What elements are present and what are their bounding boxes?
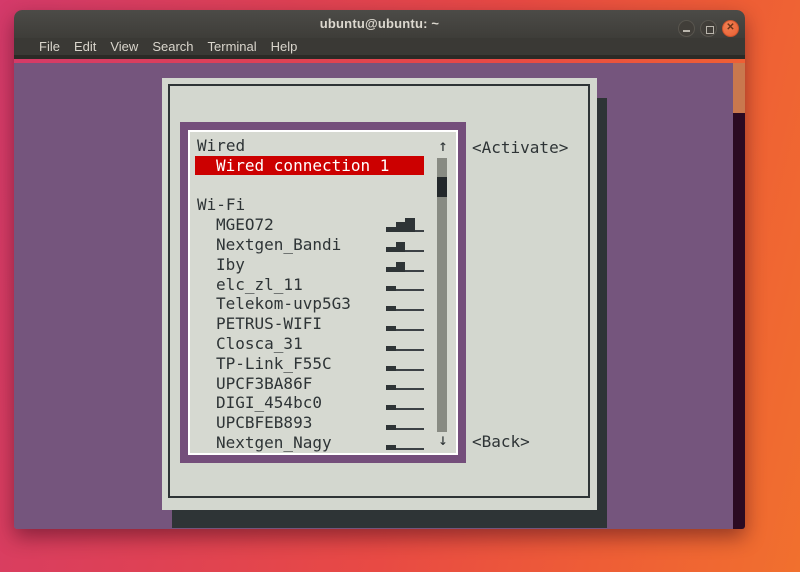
window-titlebar[interactable]: ubuntu@ubuntu: ~ ✕ (14, 10, 745, 38)
maximize-icon (706, 26, 714, 34)
connection-name: Nextgen_Nagy (216, 433, 332, 452)
menu-terminal[interactable]: Terminal (201, 36, 264, 57)
scroll-down-icon[interactable]: ↓ (433, 430, 453, 449)
list-item[interactable]: MGEO72 (190, 215, 456, 235)
close-icon: ✕ (723, 22, 738, 33)
list-item[interactable]: Closca_31 (190, 334, 456, 354)
list-item[interactable]: elc_zl_11 (190, 275, 456, 295)
signal-strength-icon (386, 425, 424, 430)
list-item[interactable]: Telekom-uvp5G3 (190, 294, 456, 314)
maximize-button[interactable] (700, 20, 717, 37)
signal-strength-icon (386, 326, 424, 331)
list-scrollbar[interactable] (437, 158, 447, 432)
connection-name: Wired (197, 136, 245, 155)
connection-name: MGEO72 (216, 215, 274, 234)
connection-name: Iby (216, 255, 245, 274)
terminal-scrollbar-thumb[interactable] (733, 63, 745, 113)
close-button[interactable]: ✕ (722, 20, 739, 37)
signal-strength-icon (386, 366, 424, 371)
signal-strength-icon (386, 306, 424, 311)
connection-name: TP-Link_F55C (216, 354, 332, 373)
list-item[interactable]: DIGI_454bc0 (190, 393, 456, 413)
connection-name: DIGI_454bc0 (216, 393, 322, 412)
signal-strength-icon (386, 262, 424, 272)
signal-strength-icon (386, 286, 424, 291)
signal-strength-icon (386, 218, 424, 232)
menu-file[interactable]: File (32, 36, 67, 57)
menu-view[interactable]: View (103, 36, 145, 57)
connection-name: Closca_31 (216, 334, 303, 353)
scroll-up-icon[interactable]: ↑ (433, 136, 453, 155)
list-item[interactable]: PETRUS-WIFI (190, 314, 456, 334)
connection-name: elc_zl_11 (216, 275, 303, 294)
list-item[interactable]: UPCF3BA86F (190, 374, 456, 394)
window-controls: ✕ (678, 20, 739, 37)
connection-name: Telekom-uvp5G3 (216, 294, 351, 313)
signal-strength-icon (386, 385, 424, 390)
signal-strength-icon (386, 242, 424, 252)
menu-edit[interactable]: Edit (67, 36, 103, 57)
list-section-header: Wired (190, 136, 456, 156)
list-item[interactable]: Nextgen_Nagy (190, 433, 456, 453)
terminal-menubar: File Edit View Search Terminal Help (14, 38, 745, 59)
signal-strength-icon (386, 445, 424, 450)
list-item[interactable]: Wired connection 1 (190, 156, 456, 176)
window-title: ubuntu@ubuntu: ~ (14, 16, 745, 31)
connection-name: Nextgen_Bandi (216, 235, 341, 254)
desktop-wallpaper: ubuntu@ubuntu: ~ ✕ File Edit View Search… (0, 0, 800, 572)
list-spacer (190, 176, 456, 196)
list-item[interactable]: TP-Link_F55C (190, 354, 456, 374)
list-item[interactable]: Iby (190, 255, 456, 275)
terminal-scrollbar[interactable] (733, 63, 745, 529)
signal-strength-icon (386, 405, 424, 410)
menu-help[interactable]: Help (264, 36, 305, 57)
list-section-header: Wi-Fi (190, 195, 456, 215)
list-item[interactable]: Nextgen_Bandi (190, 235, 456, 255)
connection-name: UPCBFEB893 (216, 413, 312, 432)
connection-name: PETRUS-WIFI (216, 314, 322, 333)
connection-name: UPCF3BA86F (216, 374, 312, 393)
minimize-icon (683, 30, 690, 32)
menu-search[interactable]: Search (145, 36, 200, 57)
connection-listbox[interactable]: WiredWired connection 1Wi-FiMGEO72Nextge… (180, 122, 466, 463)
minimize-button[interactable] (678, 20, 695, 37)
activate-button[interactable]: <Activate> (472, 138, 568, 157)
back-button[interactable]: <Back> (472, 432, 530, 451)
signal-strength-icon (386, 346, 424, 351)
list-item[interactable]: UPCBFEB893 (190, 413, 456, 433)
list-scrollbar-thumb[interactable] (437, 177, 447, 197)
connection-listbox-inner: WiredWired connection 1Wi-FiMGEO72Nextge… (188, 130, 458, 455)
connection-name: Wi-Fi (197, 195, 245, 214)
connection-name: Wired connection 1 (216, 156, 389, 175)
connection-list: WiredWired connection 1Wi-FiMGEO72Nextge… (190, 132, 456, 453)
